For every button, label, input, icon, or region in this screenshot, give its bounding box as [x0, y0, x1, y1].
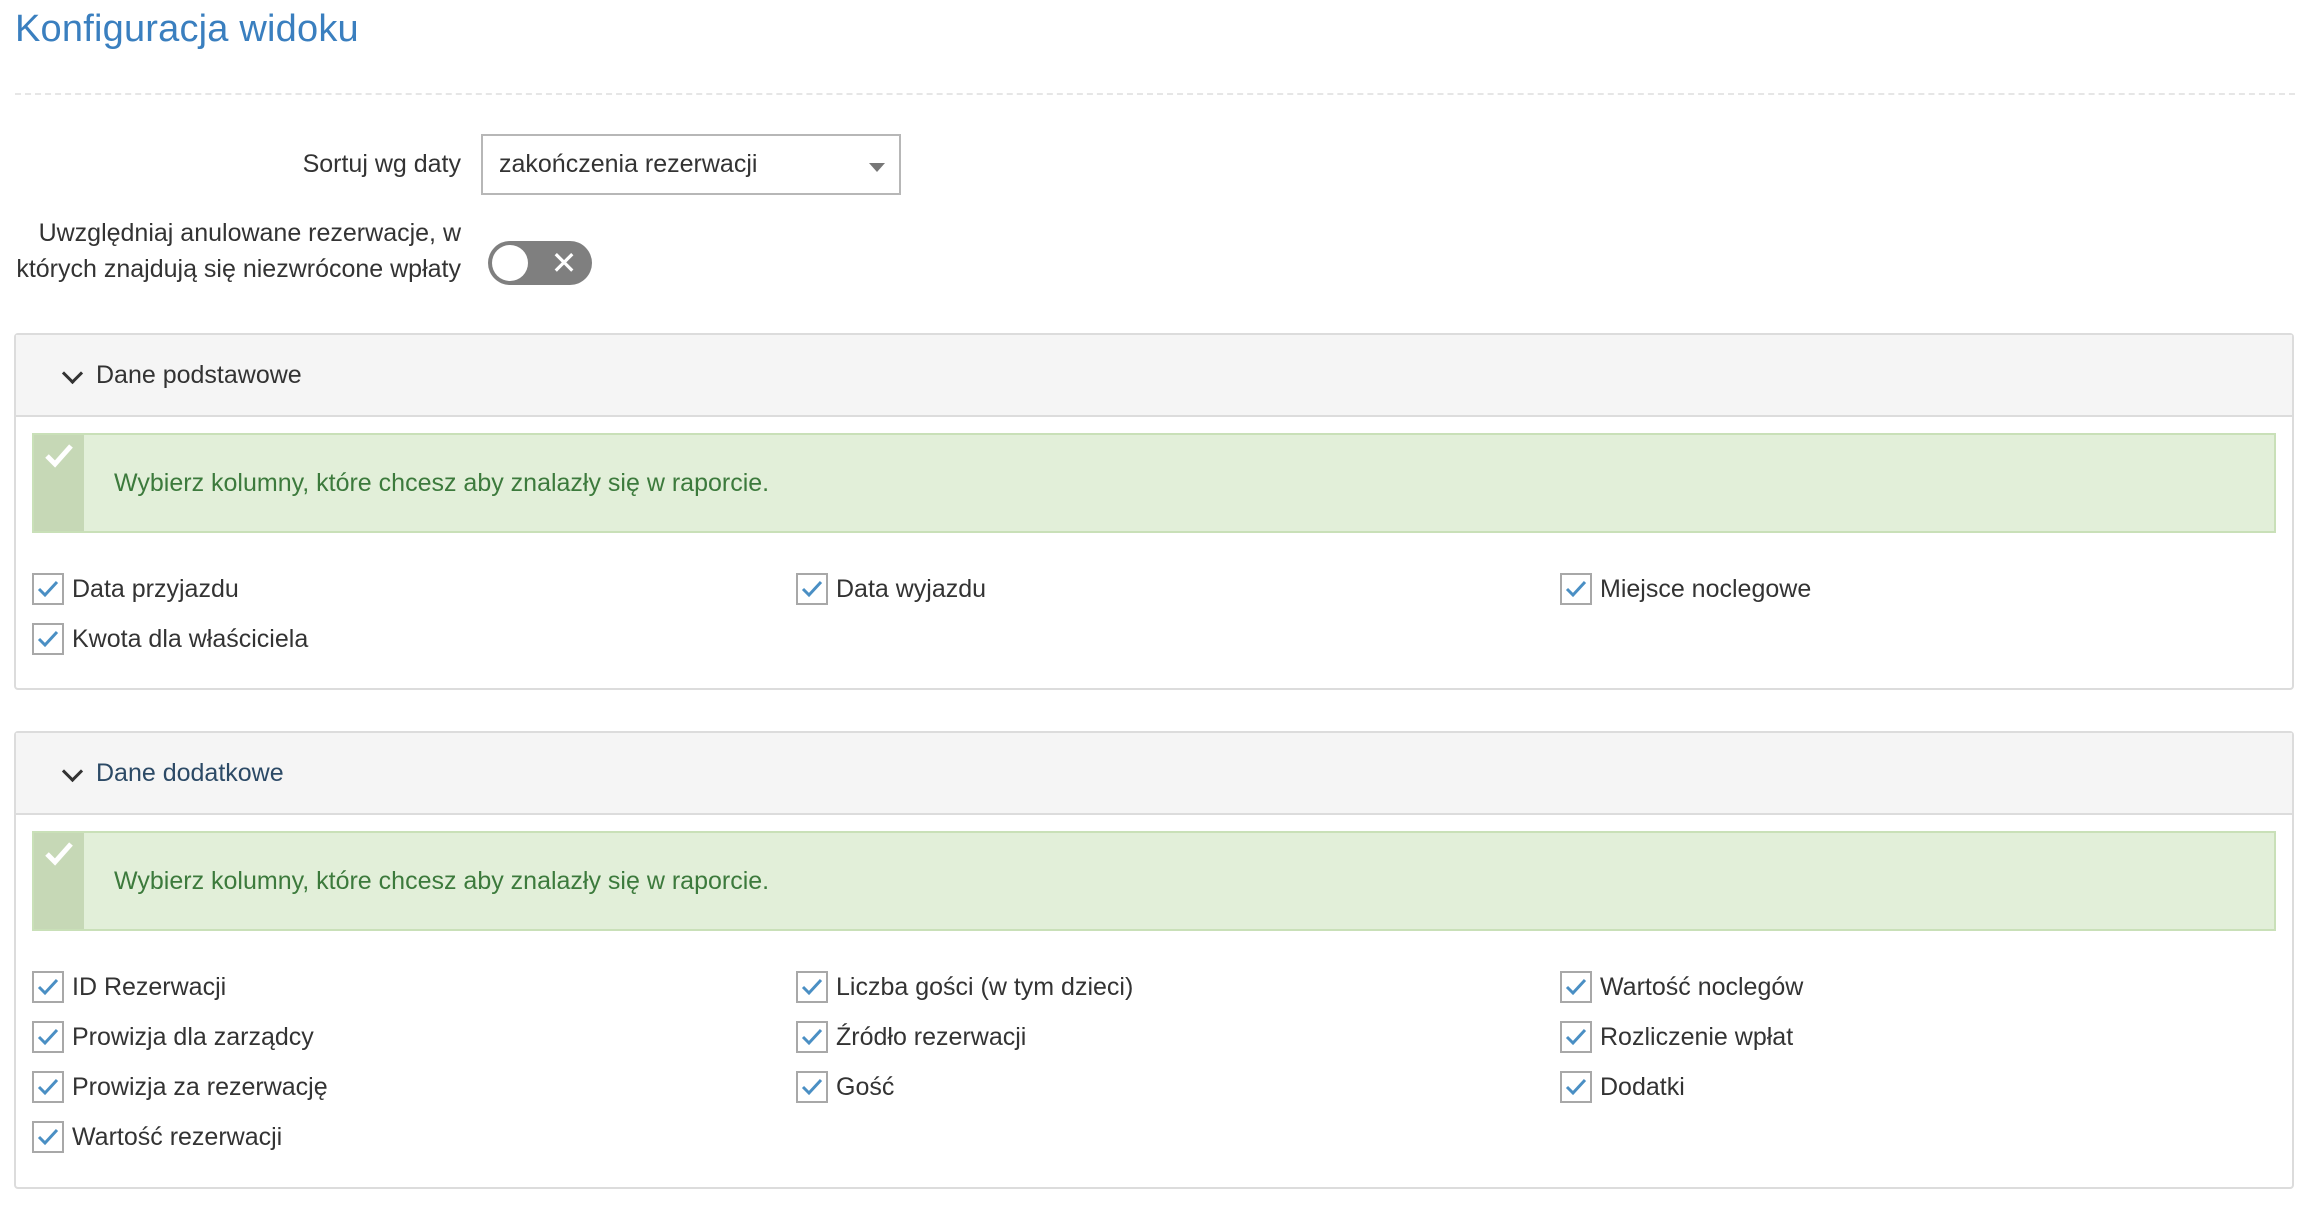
checkbox-box[interactable] [1560, 971, 1592, 1003]
checkbox-label: Dodatki [1600, 1072, 1685, 1101]
column-checkbox[interactable]: Kwota dla właściciela [32, 623, 308, 655]
checkmark-icon [37, 1078, 59, 1096]
section-basic-data: Dane podstawowe Wybierz kolumny, które c… [14, 333, 2294, 690]
checkmark-icon [1565, 1078, 1587, 1096]
checkbox-label: Kwota dla właściciela [72, 624, 309, 653]
checkmark-icon [801, 1078, 823, 1096]
sort-label: Sortuj wg daty [302, 150, 461, 178]
cancelled-reservations-label: Uwzględniaj anulowane rezerwacje, w któr… [16, 219, 461, 283]
column-checkbox[interactable]: Prowizja dla zarządcy [32, 1021, 314, 1053]
section-additional-data: Dane dodatkowe Wybierz kolumny, które ch… [14, 731, 2294, 1189]
section-header-additional-data[interactable]: Dane dodatkowe [16, 733, 2292, 815]
column-checkbox[interactable]: Miejsce noclegowe [1560, 573, 1811, 605]
checkmark-icon [37, 1128, 59, 1146]
checkbox-label: Rozliczenie wpłat [1600, 1022, 1794, 1051]
caret-down-icon [869, 163, 885, 172]
sort-date-select-value: zakończenia rezerwacji [499, 150, 758, 178]
view-config-page: Konfiguracja widoku Sortuj wg daty zakoń… [0, 0, 2306, 1208]
checkbox-box[interactable] [796, 1021, 828, 1053]
cancelled-reservations-toggle[interactable]: ✕ [488, 241, 592, 285]
checkbox-box[interactable] [796, 1071, 828, 1103]
checkbox-box[interactable] [1560, 1071, 1592, 1103]
title-divider [15, 93, 2295, 95]
checkmark-icon [37, 1028, 59, 1046]
checkbox-label: Wartość noclegów [1600, 972, 1804, 1001]
checkbox-label: Data przyjazdu [72, 574, 239, 603]
checkbox-label: Wartość rezerwacji [72, 1122, 283, 1151]
checkbox-box[interactable] [32, 971, 64, 1003]
section-title: Dane podstawowe [96, 360, 302, 389]
checkbox-box[interactable] [32, 1071, 64, 1103]
checkbox-label: ID Rezerwacji [72, 972, 227, 1001]
checkmark-icon [801, 580, 823, 598]
alert-icon-bar [34, 833, 84, 929]
checkmark-icon [37, 630, 59, 648]
info-alert: Wybierz kolumny, które chcesz aby znalaz… [32, 433, 2276, 533]
close-icon: ✕ [550, 245, 578, 281]
section-title: Dane dodatkowe [96, 758, 284, 787]
column-checkbox[interactable]: Wartość noclegów [1560, 971, 1803, 1003]
checkbox-label: Prowizja za rezerwację [72, 1072, 328, 1101]
column-checkbox[interactable]: Gość [796, 1071, 894, 1103]
column-checkbox[interactable]: Źródło rezerwacji [796, 1021, 1026, 1053]
checkbox-box[interactable] [796, 971, 828, 1003]
column-checkbox[interactable]: Liczba gości (w tym dzieci) [796, 971, 1133, 1003]
toggle-knob [492, 245, 528, 281]
checkbox-box[interactable] [1560, 573, 1592, 605]
section-header-basic-data[interactable]: Dane podstawowe [16, 335, 2292, 417]
chevron-down-icon [60, 363, 84, 387]
checkbox-label: Źródło rezerwacji [836, 1022, 1027, 1051]
column-checkbox[interactable]: Rozliczenie wpłat [1560, 1021, 1793, 1053]
checkbox-box[interactable] [32, 573, 64, 605]
checkbox-label: Liczba gości (w tym dzieci) [836, 972, 1134, 1001]
checkmark-icon [37, 580, 59, 598]
check-icon [45, 842, 73, 866]
checkbox-label: Prowizja dla zarządcy [72, 1022, 314, 1051]
checkmark-icon [1565, 580, 1587, 598]
check-icon [45, 444, 73, 468]
alert-icon-bar [34, 435, 84, 531]
checkmark-icon [1565, 1028, 1587, 1046]
checkbox-label: Gość [836, 1072, 895, 1101]
column-checkbox[interactable]: ID Rezerwacji [32, 971, 226, 1003]
checkmark-icon [801, 978, 823, 996]
alert-text: Wybierz kolumny, które chcesz aby znalaz… [114, 469, 770, 497]
checkbox-box[interactable] [1560, 1021, 1592, 1053]
alert-text: Wybierz kolumny, które chcesz aby znalaz… [114, 867, 770, 895]
checkmark-icon [1565, 978, 1587, 996]
checkbox-label: Data wyjazdu [836, 574, 987, 603]
checkbox-box[interactable] [32, 623, 64, 655]
column-checkbox[interactable]: Data przyjazdu [32, 573, 239, 605]
checkbox-box[interactable] [32, 1021, 64, 1053]
checkbox-box[interactable] [796, 573, 828, 605]
chevron-down-icon [60, 761, 84, 785]
checkmark-icon [801, 1028, 823, 1046]
checkbox-label: Miejsce noclegowe [1600, 574, 1812, 603]
column-checkbox[interactable]: Data wyjazdu [796, 573, 986, 605]
checkmark-icon [37, 978, 59, 996]
column-checkbox[interactable]: Dodatki [1560, 1071, 1685, 1103]
column-checkbox[interactable]: Wartość rezerwacji [32, 1121, 282, 1153]
checkbox-box[interactable] [32, 1121, 64, 1153]
info-alert: Wybierz kolumny, które chcesz aby znalaz… [32, 831, 2276, 931]
column-checkbox[interactable]: Prowizja za rezerwację [32, 1071, 328, 1103]
sort-date-select[interactable]: zakończenia rezerwacji [481, 134, 901, 195]
page-title: Konfiguracja widoku [15, 8, 359, 50]
